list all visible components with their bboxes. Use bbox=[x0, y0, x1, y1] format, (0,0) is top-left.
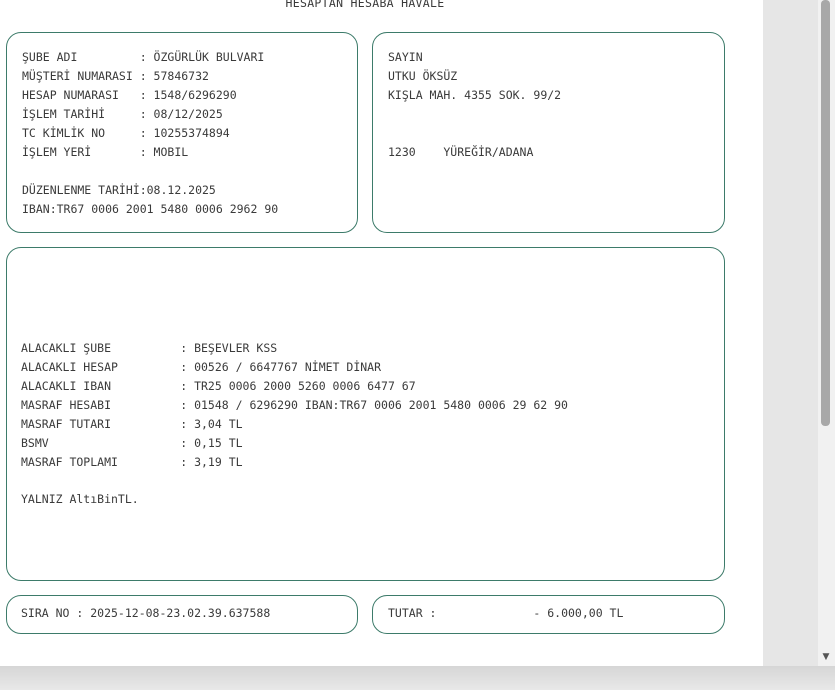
recipient-address-line: KIŞLA MAH. 4355 SOK. 99/2 bbox=[388, 88, 562, 102]
amount-in-words-line: YALNIZ AltıBinTL. bbox=[21, 492, 139, 506]
sender-iban-line: IBAN:TR67 0006 2001 5480 0006 2962 90 bbox=[22, 202, 279, 216]
sender-account-number-line: HESAP NUMARASI : 1548/6296290 bbox=[22, 88, 237, 102]
recipient-info-box: SAYIN UTKU ÖKSÜZ KIŞLA MAH. 4355 SOK. 99… bbox=[372, 32, 725, 233]
document-page: HESAPTAN HESABA HAVALE ŞUBE ADI : ÖZGÜRL… bbox=[0, 0, 763, 666]
sender-info-box: ŞUBE ADI : ÖZGÜRLÜK BULVARI MÜŞTERİ NUMA… bbox=[6, 32, 358, 233]
sender-transaction-place-line: İŞLEM YERİ : MOBIL bbox=[22, 145, 189, 159]
sender-tc-id-line: TC KİMLİK NO : 10255374894 bbox=[22, 126, 230, 140]
transfer-details-box: ALACAKLI ŞUBE : BEŞEVLER KSS ALACAKLI HE… bbox=[6, 247, 725, 581]
recipient-salutation-line: SAYIN bbox=[388, 50, 423, 64]
bsmv-line: BSMV : 0,15 TL bbox=[21, 436, 243, 450]
fee-amount-line: MASRAF TUTARI : 3,04 TL bbox=[21, 417, 243, 431]
sender-issue-date-line: DÜZENLENME TARİHİ:08.12.2025 bbox=[22, 183, 216, 197]
fee-total-line: MASRAF TOPLAMI : 3,19 TL bbox=[21, 455, 243, 469]
amount-box: TUTAR : - 6.000,00 TL bbox=[372, 595, 725, 634]
amount-text: TUTAR : - 6.000,00 TL bbox=[388, 606, 624, 620]
scrollbar-thumb[interactable] bbox=[821, 0, 830, 426]
fee-account-line: MASRAF HESABI : 01548 / 6296290 IBAN:TR6… bbox=[21, 398, 568, 412]
recipient-city-line: 1230 YÜREĞİR/ADANA bbox=[388, 145, 534, 159]
sender-customer-number-line: MÜŞTERİ NUMARASI : 57846732 bbox=[22, 69, 209, 83]
sequence-number-box: SIRA NO : 2025-12-08-23.02.39.637588 bbox=[6, 595, 358, 634]
sender-branch-line: ŞUBE ADI : ÖZGÜRLÜK BULVARI bbox=[22, 50, 265, 64]
sequence-number-text: SIRA NO : 2025-12-08-23.02.39.637588 bbox=[21, 606, 271, 620]
document-title: HESAPTAN HESABA HAVALE bbox=[285, 0, 445, 10]
sender-transaction-date-line: İŞLEM TARİHİ : 08/12/2025 bbox=[22, 107, 223, 121]
creditor-iban-line: ALACAKLI IBAN : TR25 0006 2000 5260 0006… bbox=[21, 379, 416, 393]
creditor-account-line: ALACAKLI HESAP : 00526 / 6647767 NİMET D… bbox=[21, 360, 382, 374]
creditor-branch-line: ALACAKLI ŞUBE : BEŞEVLER KSS bbox=[21, 341, 278, 355]
recipient-name-line: UTKU ÖKSÜZ bbox=[388, 69, 458, 83]
scroll-down-arrow-icon[interactable]: ▼ bbox=[820, 652, 832, 662]
window-bottom-bar bbox=[0, 666, 835, 690]
